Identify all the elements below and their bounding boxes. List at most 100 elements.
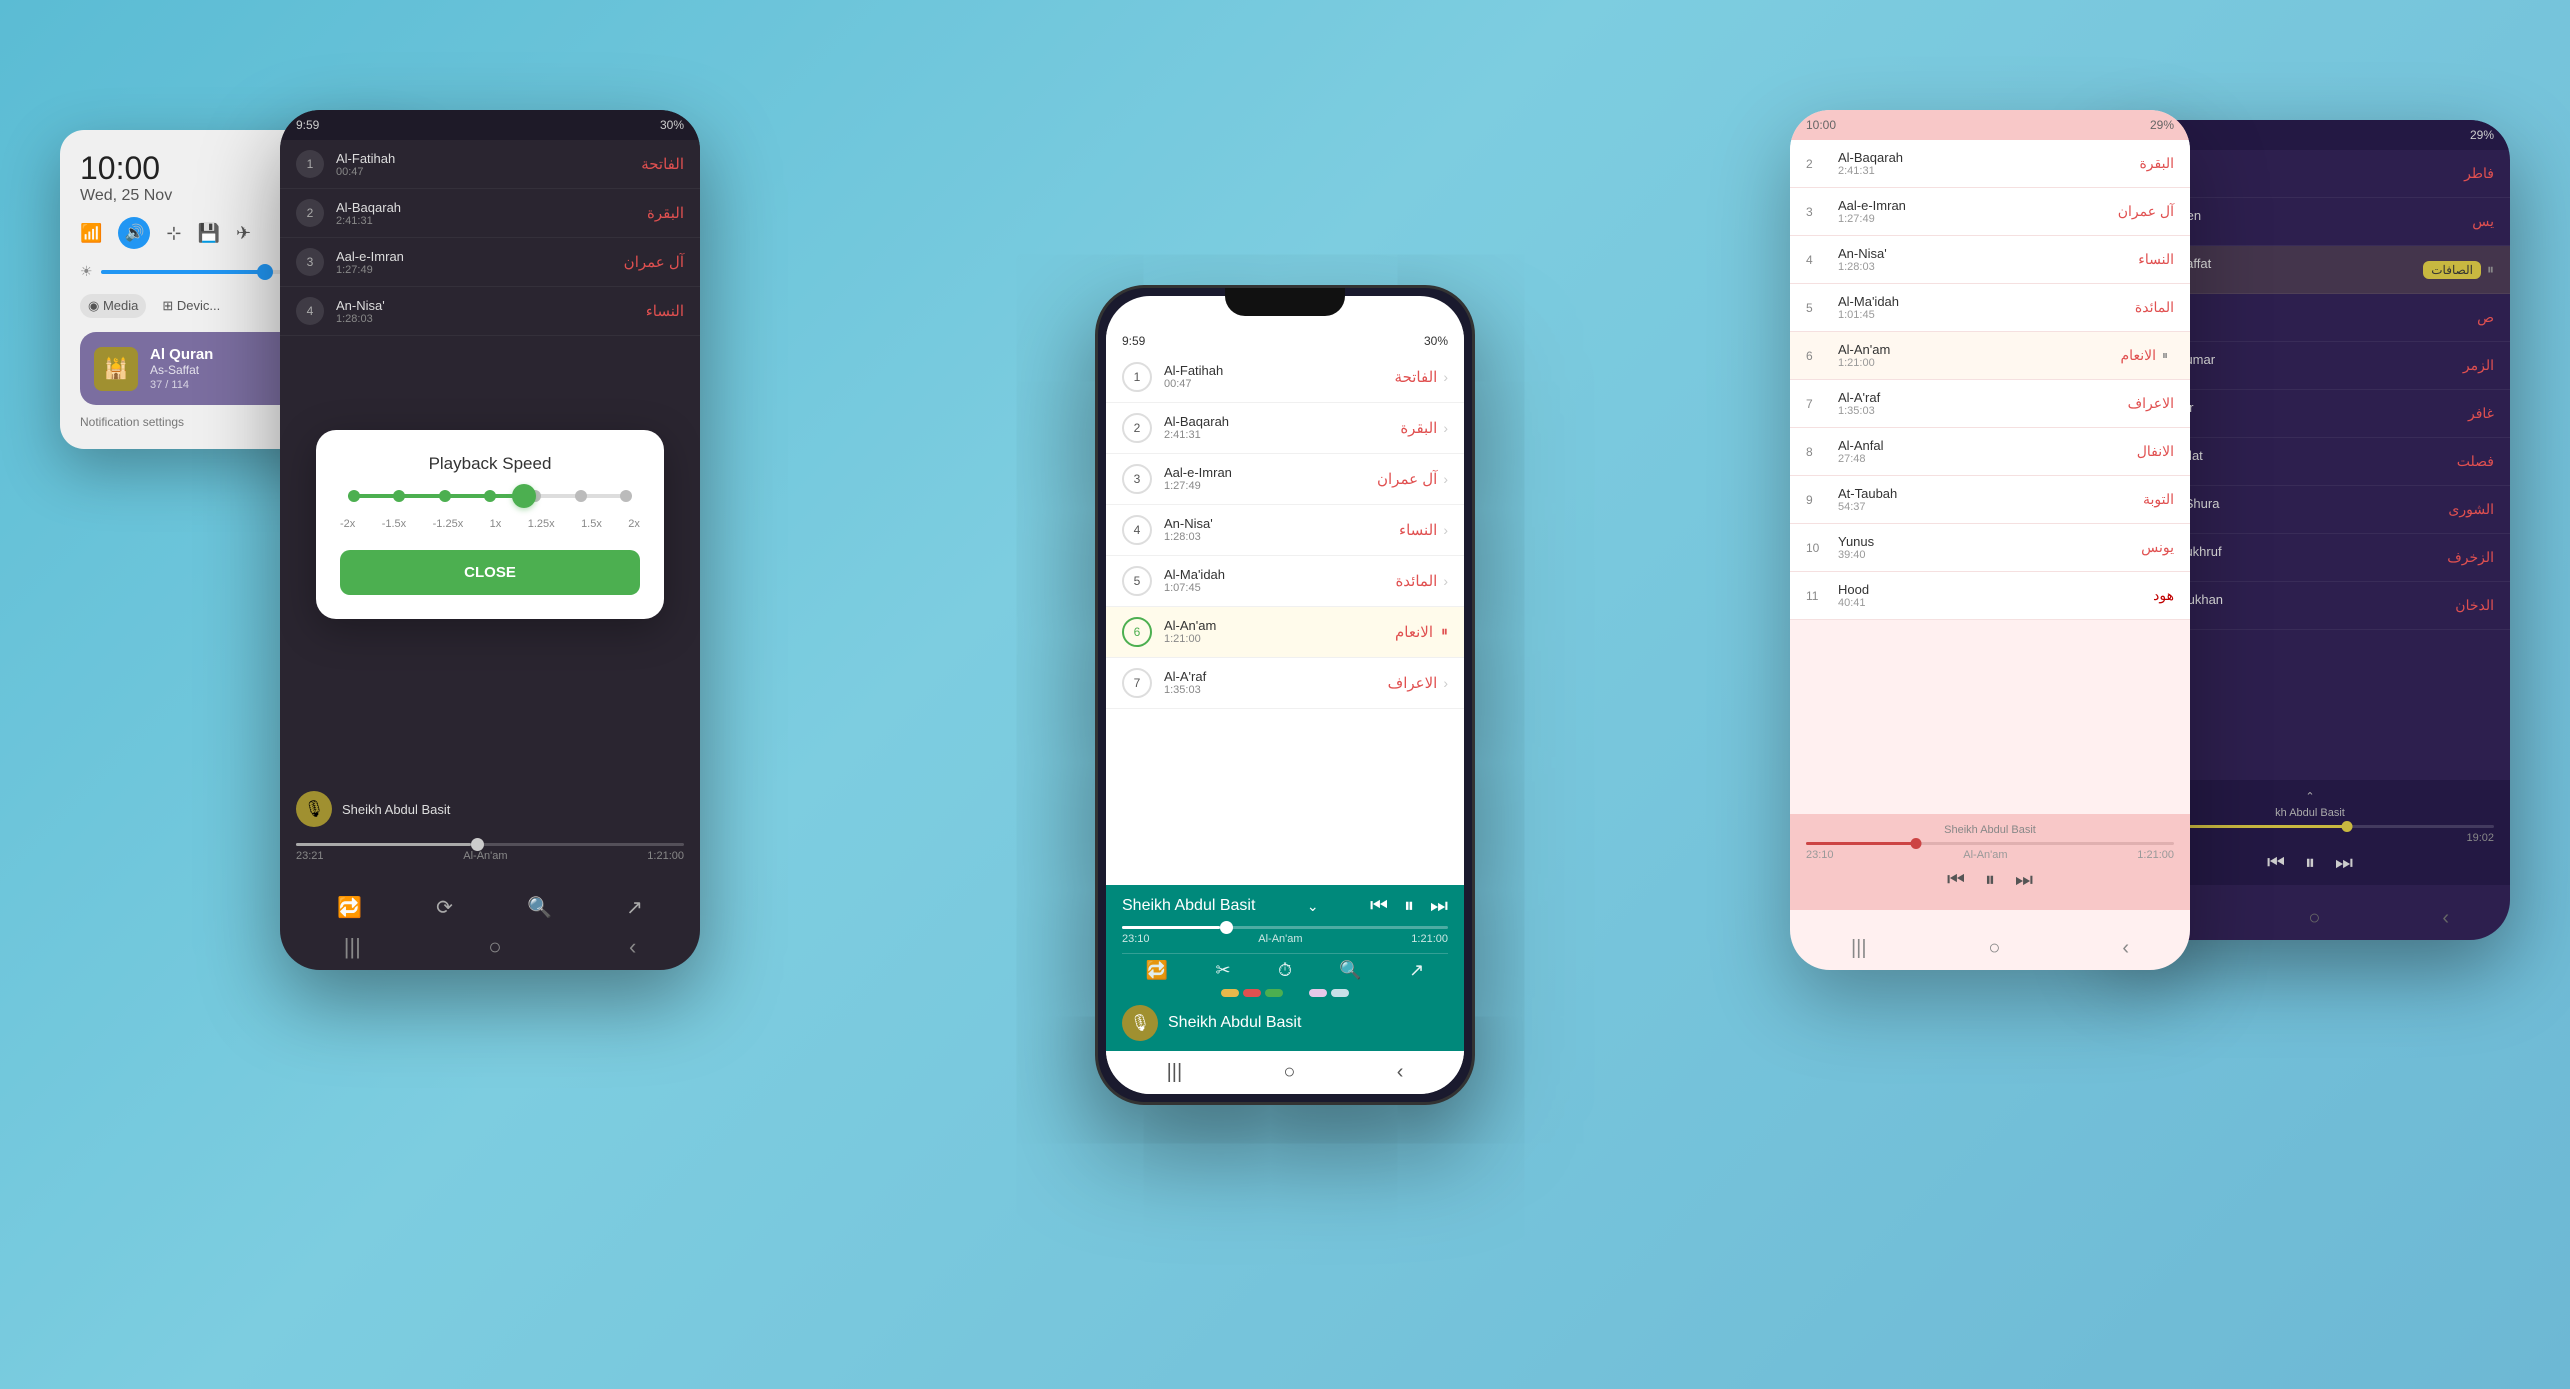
- pause-btn-icon[interactable]: ⏸: [1404, 895, 1414, 918]
- pink-surah-name: Al-An'am: [1963, 849, 2007, 861]
- pink-item[interactable]: 8Al-Anfal27:48الانفال: [1790, 428, 2190, 476]
- nav-home-icon[interactable]: ○: [488, 934, 501, 960]
- airplane-icon[interactable]: ✈: [236, 223, 251, 244]
- pink-nav: ||| ○ ‹: [1790, 937, 2190, 960]
- phone-center-inner: 9:59 30% 1 Al-Fatihah 00:47 الفاتحة › 2 …: [1106, 296, 1464, 1094]
- pink-item[interactable]: 3Aal-e-Imran1:27:49آل عمران: [1790, 188, 2190, 236]
- player-icons: 🔁 ✂ ⏱ 🔍 ↗: [1122, 953, 1448, 981]
- speed-label: 2x: [628, 518, 640, 530]
- pink-surah-list: 2Al-Baqarah2:41:31البقرة 3Aal-e-Imran1:2…: [1790, 140, 2190, 620]
- share-icon[interactable]: ↗: [626, 895, 643, 920]
- pink-pause-icon[interactable]: ⏸: [2162, 348, 2168, 363]
- media-tab[interactable]: ◉ Media: [80, 294, 146, 318]
- speed-label: 1.25x: [528, 518, 555, 530]
- surah-item-6-active[interactable]: 6 Al-An'am 1:21:00 الانعام ⏸: [1106, 607, 1464, 658]
- devices-container: 10:00 Wed, 25 Nov 📶 🔊 ⊹ 💾 ✈ ☀ ◉ Media ⊞ …: [0, 0, 2570, 1389]
- dark-battery: 30%: [660, 118, 684, 132]
- purple-pause-icon[interactable]: ⏸: [2305, 852, 2315, 875]
- nav-home-icon[interactable]: ○: [1283, 1061, 1295, 1084]
- purple-nav-home[interactable]: ○: [2308, 907, 2320, 930]
- pink-next-icon[interactable]: ⏭: [2015, 869, 2033, 892]
- close-button[interactable]: CLOSE: [340, 550, 640, 595]
- nav-menu-icon[interactable]: |||: [344, 934, 361, 960]
- speed-label: -1.25x: [433, 518, 464, 530]
- device-tab[interactable]: ⊞ Devic...: [154, 294, 228, 318]
- purple-up-icon[interactable]: ⌃: [2305, 791, 2314, 803]
- save-icon: 💾: [198, 223, 220, 244]
- pink-player-controls: ⏮ ⏸ ⏭: [1806, 869, 2174, 892]
- center-battery: 30%: [1424, 334, 1448, 348]
- surah-item-4[interactable]: 4 An-Nisa' 1:28:03 النساء ›: [1106, 505, 1464, 556]
- purple-pause-icon[interactable]: ⏸: [2487, 261, 2494, 278]
- pink-item[interactable]: 10Yunus39:40يونس: [1790, 524, 2190, 572]
- pink-item[interactable]: 4An-Nisa'1:28:03النساء: [1790, 236, 2190, 284]
- next-icon[interactable]: ⏭: [1430, 895, 1448, 918]
- dark-list-item[interactable]: 1 Al-Fatihah 00:47 الفاتحة: [280, 140, 700, 189]
- dark-list-item[interactable]: 4 An-Nisa' 1:28:03 النساء: [280, 287, 700, 336]
- repeat-icon[interactable]: 🔁: [337, 895, 362, 920]
- pink-item[interactable]: 2Al-Baqarah2:41:31البقرة: [1790, 140, 2190, 188]
- surah-item-3[interactable]: 3 Aal-e-Imran 1:27:49 آل عمران ›: [1106, 454, 1464, 505]
- search-icon[interactable]: 🔍: [1339, 960, 1361, 981]
- phone-center: 9:59 30% 1 Al-Fatihah 00:47 الفاتحة › 2 …: [1095, 285, 1475, 1105]
- dark-reciter-avatar: 🎙: [296, 791, 332, 827]
- playback-slider[interactable]: [348, 494, 632, 498]
- progress-total: 1:21:00: [1411, 933, 1448, 945]
- dark-list-item[interactable]: 3 Aal-e-Imran 1:27:49 آل عمران: [280, 238, 700, 287]
- purple-time-current: 19:02: [2466, 832, 2494, 844]
- dropdown-icon[interactable]: ⌄: [1307, 898, 1319, 915]
- repeat-icon[interactable]: 🔁: [1146, 960, 1168, 981]
- dark-bottom-icons: 🔁 ⟳ 🔍 ↗: [280, 895, 700, 920]
- center-status-bar: 9:59 30%: [1106, 324, 1464, 352]
- pink-player: Sheikh Abdul Basit 23:10 Al-An'am 1:21:0…: [1790, 814, 2190, 910]
- search-icon[interactable]: 🔍: [527, 895, 552, 920]
- pink-nav-menu[interactable]: |||: [1851, 937, 1867, 960]
- nav-back-icon[interactable]: ‹: [1397, 1061, 1404, 1084]
- purple-nav-back[interactable]: ‹: [2442, 907, 2449, 930]
- dark-list-item[interactable]: 2 Al-Baqarah 2:41:31 البقرة: [280, 189, 700, 238]
- current-surah: Al-An'am: [1258, 933, 1302, 945]
- prev-icon[interactable]: ⏮: [1370, 895, 1388, 918]
- player-top: Sheikh Abdul Basit ⌄ ⏮ ⏸ ⏭: [1122, 895, 1448, 918]
- pink-progress[interactable]: [1806, 842, 2174, 845]
- current-surah-name: Al-An'am: [463, 850, 507, 862]
- dark-nav: ||| ○ ‹: [280, 934, 700, 960]
- surah-item-1[interactable]: 1 Al-Fatihah 00:47 الفاتحة ›: [1106, 352, 1464, 403]
- pink-item[interactable]: 7Al-A'raf1:35:03الاعراف: [1790, 380, 2190, 428]
- pink-nav-back[interactable]: ‹: [2122, 937, 2129, 960]
- pink-item[interactable]: 11Hood40:41هود: [1790, 572, 2190, 620]
- dark-status-bar: 9:59 30%: [280, 110, 700, 140]
- share-icon[interactable]: ↗: [1409, 960, 1424, 981]
- bluetooth-icon[interactable]: ⊹: [166, 223, 181, 244]
- history-icon[interactable]: ⟳: [436, 895, 453, 920]
- pink-prev-icon[interactable]: ⏮: [1947, 869, 1965, 892]
- nav-back-icon[interactable]: ‹: [629, 934, 636, 960]
- dark-progress: 23:21 Al-An'am 1:21:00: [280, 835, 700, 870]
- volume-icon[interactable]: 🔊: [118, 217, 150, 249]
- purple-next-icon[interactable]: ⏭: [2335, 852, 2353, 875]
- pink-item[interactable]: 9At-Taubah54:37التوبة: [1790, 476, 2190, 524]
- speed-label: -1.5x: [382, 518, 406, 530]
- pink-nav-home[interactable]: ○: [1988, 937, 2000, 960]
- playing-pause-icon[interactable]: ⏸: [1441, 623, 1448, 640]
- center-surah-list: 1 Al-Fatihah 00:47 الفاتحة › 2 Al-Baqara…: [1106, 352, 1464, 885]
- playback-modal: Playback Speed -2x -1.5x -1.25x 1x: [316, 430, 664, 619]
- scissors-icon[interactable]: ✂: [1215, 960, 1230, 981]
- purple-battery: 29%: [2470, 128, 2494, 142]
- surah-item-7[interactable]: 7 Al-A'raf 1:35:03 الاعراف ›: [1106, 658, 1464, 709]
- surah-item-2[interactable]: 2 Al-Baqarah 2:41:31 البقرة ›: [1106, 403, 1464, 454]
- timer-icon[interactable]: ⏱: [1278, 960, 1292, 981]
- pink-pause-icon[interactable]: ⏸: [1985, 869, 1995, 892]
- center-player: Sheikh Abdul Basit ⌄ ⏮ ⏸ ⏭ 23:10 Al-An'a…: [1106, 885, 1464, 1051]
- surah-item-5[interactable]: 5 Al-Ma'idah 1:07:45 المائدة ›: [1106, 556, 1464, 607]
- player-progress[interactable]: [1122, 926, 1448, 929]
- slider-thumb: [512, 484, 536, 508]
- pink-progress-labels: 23:10 Al-An'am 1:21:00: [1806, 849, 2174, 861]
- purple-prev-icon[interactable]: ⏮: [2267, 852, 2285, 875]
- player-reciter-name: Sheikh Abdul Basit: [1122, 897, 1255, 915]
- playback-title: Playback Speed: [340, 454, 640, 474]
- brightness-fill: [101, 270, 266, 274]
- nav-menu-icon[interactable]: |||: [1167, 1061, 1183, 1084]
- pink-item[interactable]: 5Al-Ma'idah1:01:45المائدة: [1790, 284, 2190, 332]
- pink-item-playing[interactable]: 6Al-An'am1:21:00الانعام⏸: [1790, 332, 2190, 380]
